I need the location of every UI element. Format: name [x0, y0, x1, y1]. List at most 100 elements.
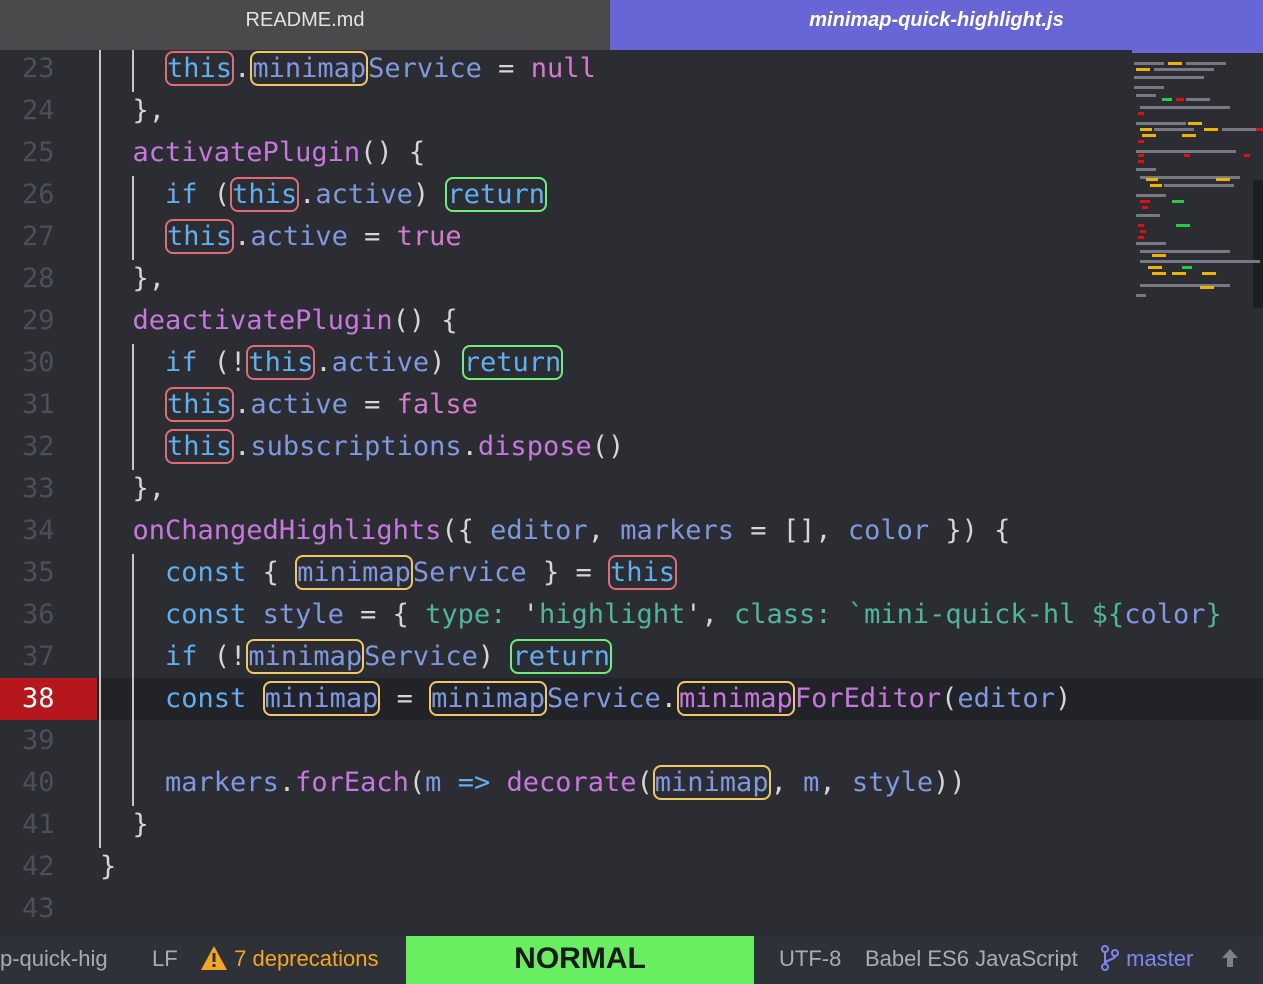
- line-number[interactable]: 31: [0, 384, 97, 426]
- arrow-up-icon: [1222, 949, 1238, 968]
- code-token: =: [347, 389, 397, 420]
- code-token: .: [234, 389, 251, 420]
- code-token: .: [299, 179, 316, 210]
- code-line[interactable]: this.active = true: [100, 216, 462, 258]
- highlighted-token: minimap: [677, 681, 795, 716]
- status-deprecations[interactable]: 7 deprecations: [200, 936, 378, 984]
- code-token: if: [165, 179, 198, 210]
- line-number[interactable]: 27: [0, 216, 97, 258]
- minimap-visible-area[interactable]: [1253, 180, 1263, 308]
- code-token: .: [234, 221, 251, 252]
- status-grammar[interactable]: Babel ES6 JavaScript: [865, 936, 1078, 984]
- code-line[interactable]: activatePlugin() {: [100, 132, 426, 174]
- git-push-button[interactable]: [1220, 936, 1240, 984]
- line-number[interactable]: 36: [0, 594, 97, 636]
- code-token: ,: [819, 767, 852, 798]
- code-line[interactable]: if (this.active) return: [100, 174, 547, 216]
- code-token: if: [165, 641, 198, 672]
- code-token: ,: [770, 767, 804, 798]
- line-number[interactable]: 29: [0, 300, 97, 342]
- code-line[interactable]: },: [100, 90, 166, 132]
- code-token: active: [250, 221, 348, 252]
- code-line[interactable]: },: [100, 468, 166, 510]
- code-token: ForEditor: [794, 683, 942, 714]
- line-number[interactable]: 37: [0, 636, 97, 678]
- highlighted-token: this: [607, 555, 677, 590]
- code-token: null: [530, 53, 596, 84]
- code-line[interactable]: this.subscriptions.dispose(): [100, 426, 624, 468]
- code-token: deactivatePlugin: [132, 305, 393, 336]
- line-number-gutter: 23 24 25 26 27 28 29 30 31 32 33 34 35 36 37 38 39 40 41 42…: [0, 50, 97, 936]
- highlighted-token: minimap: [652, 765, 771, 800]
- code-token: type:: [425, 599, 507, 630]
- code-line[interactable]: const style = { type: 'highlight', class…: [100, 594, 1222, 636]
- code-line[interactable]: this.minimapService = null: [100, 50, 596, 90]
- code-token: (: [408, 767, 426, 798]
- highlighted-token: minimap: [429, 681, 547, 716]
- status-git-branch[interactable]: master: [1100, 936, 1193, 984]
- indent-guide: [132, 344, 134, 470]
- line-number[interactable]: 43: [0, 888, 97, 930]
- highlighted-token: return: [510, 639, 612, 674]
- code-line[interactable]: if (!minimapService) return: [100, 636, 612, 678]
- line-number[interactable]: 34: [0, 510, 97, 552]
- code-token: color: [847, 515, 930, 546]
- code-line[interactable]: onChangedHighlights({ editor, markers = …: [100, 510, 1011, 552]
- line-number[interactable]: 30: [0, 342, 97, 384]
- code-token: subscriptions: [250, 431, 462, 462]
- code-token: .: [278, 767, 296, 798]
- code-token: ): [477, 641, 511, 672]
- line-number[interactable]: 38: [0, 678, 97, 720]
- code-token: )): [933, 767, 966, 798]
- tab-minimap-quick-highlight[interactable]: minimap-quick-highlight.js: [610, 0, 1263, 50]
- line-number[interactable]: 32: [0, 426, 97, 468]
- code-line[interactable]: }: [100, 804, 149, 846]
- code-token: const: [165, 557, 247, 588]
- code-token: dispose: [477, 431, 592, 462]
- code-line[interactable]: }: [100, 846, 116, 888]
- tab-readme[interactable]: README.md: [0, 0, 610, 50]
- line-number[interactable]: 23: [0, 50, 97, 90]
- line-number[interactable]: 42: [0, 846, 97, 888]
- code-line[interactable]: const { minimapService } = this: [100, 552, 677, 594]
- code-token: (: [636, 767, 653, 798]
- deprecations-label: 7 deprecations: [234, 946, 379, 971]
- code-line[interactable]: this.active = false: [100, 384, 478, 426]
- code-token: =: [481, 53, 531, 84]
- status-line-ending[interactable]: LF: [152, 936, 178, 984]
- code-token: if: [165, 347, 198, 378]
- code-token: },: [132, 473, 166, 504]
- code-line[interactable]: },: [100, 258, 166, 300]
- line-number[interactable]: 39: [0, 720, 97, 762]
- code-token: (!: [197, 347, 247, 378]
- line-number[interactable]: 26: [0, 174, 97, 216]
- line-number[interactable]: 41: [0, 804, 97, 846]
- code-line[interactable]: deactivatePlugin() {: [100, 300, 458, 342]
- code-token: () {: [392, 305, 458, 336]
- highlighted-token: this: [165, 51, 235, 86]
- line-number[interactable]: 40: [0, 762, 97, 804]
- code-token: .: [234, 431, 251, 462]
- code-line[interactable]: const minimap = minimapService.minimapFo…: [100, 678, 1071, 720]
- line-number[interactable]: 24: [0, 90, 97, 132]
- status-file-name[interactable]: p-quick-hig: [0, 936, 108, 984]
- code-editor[interactable]: 23 24 25 26 27 28 29 30 31 32 33 34 35 36 37 38 39 40 41 42…: [0, 50, 1263, 936]
- code-token: markers: [165, 767, 279, 798]
- line-number[interactable]: 33: [0, 468, 97, 510]
- code-token: (: [197, 179, 231, 210]
- status-encoding[interactable]: UTF-8: [779, 936, 841, 984]
- line-number[interactable]: 28: [0, 258, 97, 300]
- code-token: (): [591, 431, 625, 462]
- line-number[interactable]: 25: [0, 132, 97, 174]
- status-bar: p-quick-hig LF 7 deprecations NORMAL UTF…: [0, 936, 1263, 984]
- minimap[interactable]: [1132, 50, 1263, 308]
- line-number[interactable]: 35: [0, 552, 97, 594]
- code-line[interactable]: if (!this.active) return: [100, 342, 564, 384]
- code-line[interactable]: markers.forEach(m => decorate(minimap, m…: [100, 762, 966, 804]
- indent-guide: [132, 176, 134, 260]
- code-token: Service: [546, 683, 661, 714]
